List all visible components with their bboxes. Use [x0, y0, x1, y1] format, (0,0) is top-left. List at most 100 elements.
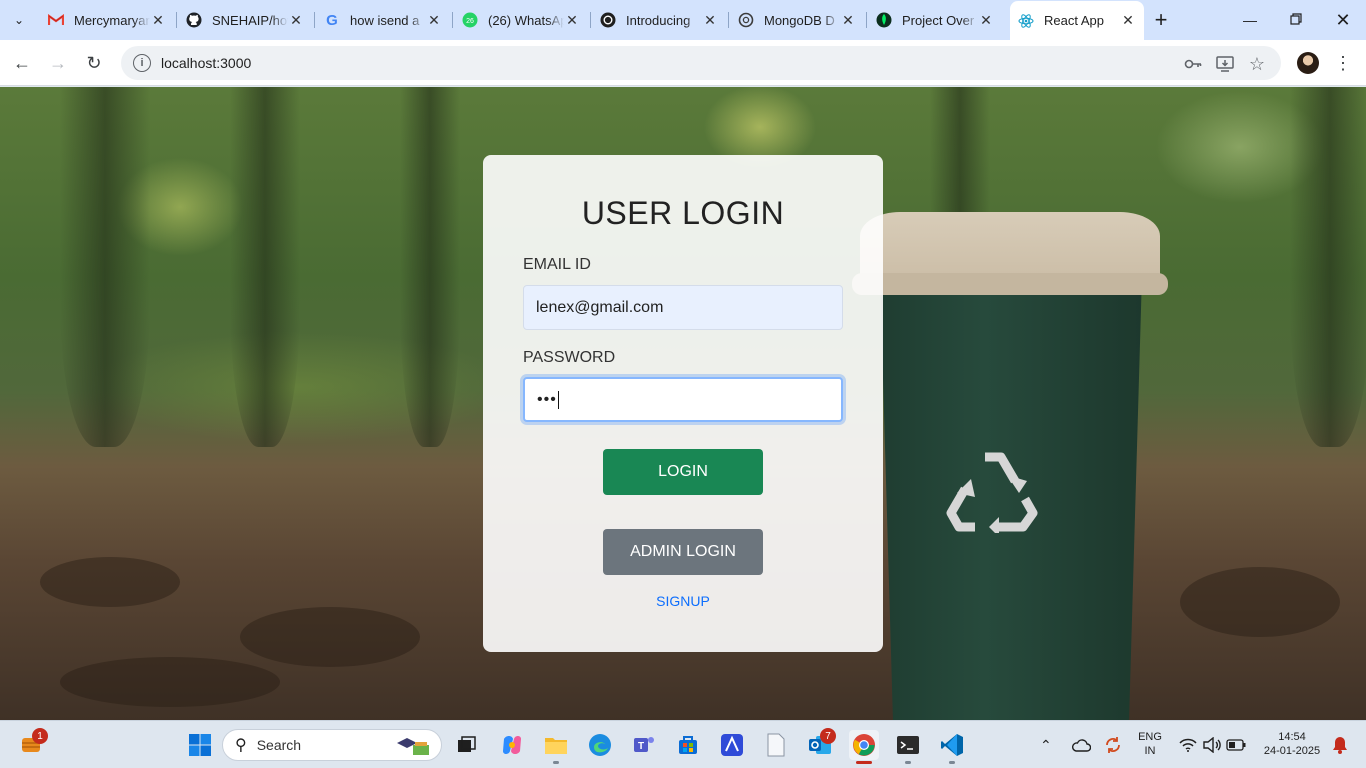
email-field[interactable]: lenex@gmail.com	[523, 285, 843, 330]
text-caret	[557, 390, 559, 409]
tab-search-button[interactable]: ⌄	[6, 7, 32, 33]
svg-text:T: T	[638, 741, 644, 752]
tab-title: MongoDB D	[764, 12, 835, 28]
bookmark-star-icon[interactable]: ☆	[1248, 54, 1266, 74]
reload-icon: ↻	[86, 52, 102, 73]
new-tab-button[interactable]: +	[1148, 7, 1174, 33]
profile-avatar[interactable]	[1297, 52, 1319, 74]
email-label: EMAIL ID	[523, 256, 591, 273]
restore-button[interactable]	[1273, 0, 1319, 40]
vscode-icon[interactable]	[937, 730, 967, 760]
address-bar-url[interactable]: localhost:3000	[161, 55, 251, 71]
gmail-icon	[48, 12, 64, 28]
notepad-icon[interactable]	[761, 730, 791, 760]
windows-start-icon[interactable]	[185, 730, 215, 760]
close-window-button[interactable]: ✕	[1320, 0, 1366, 40]
page-title: USER LOGIN	[581, 195, 785, 231]
tab-title: React App	[1044, 13, 1104, 28]
site-info-icon[interactable]: i	[133, 54, 151, 72]
browser-toolbar: ← → ↻ i localhost:3000 ☆	[0, 40, 1366, 86]
install-app-icon[interactable]	[1216, 55, 1234, 73]
sync-status-icon[interactable]	[1098, 730, 1128, 760]
google-icon: G	[326, 11, 338, 29]
tab-title: (26) WhatsApp	[488, 12, 564, 28]
plus-icon: +	[1154, 7, 1168, 32]
browser-menu-button[interactable]: ⋮	[1333, 50, 1353, 76]
show-hidden-icons-button[interactable]: ⌃	[1040, 721, 1052, 768]
windows-taskbar: 1 ⚲ Search T 7 ⌃ ENG IN 14:54 24-01-2025	[0, 720, 1366, 768]
close-icon[interactable]: ✕	[840, 12, 856, 28]
onedrive-sync-icon[interactable]	[1066, 730, 1096, 760]
copilot-icon[interactable]	[497, 730, 527, 760]
edge-icon[interactable]	[585, 730, 615, 760]
close-icon[interactable]: ✕	[978, 12, 994, 28]
tab-whatsapp[interactable]: 26 (26) WhatsApp ✕	[454, 6, 588, 34]
taskbar-clock[interactable]: 14:54 24-01-2025	[1252, 730, 1332, 758]
reload-button[interactable]: ↻	[79, 48, 109, 78]
taskbar-search-label: Search	[256, 737, 302, 753]
minimize-icon: —	[1243, 12, 1257, 28]
login-button[interactable]: LOGIN	[603, 449, 763, 495]
tab-project-overview[interactable]: Project Over ✕	[868, 6, 1002, 34]
clock-date: 24-01-2025	[1263, 745, 1321, 757]
password-value: •••	[537, 390, 557, 408]
password-key-icon[interactable]	[1184, 55, 1202, 73]
battery-icon[interactable]	[1221, 730, 1251, 760]
forward-button[interactable]: →	[43, 48, 73, 78]
tab-react-app[interactable]: React App ✕	[1010, 1, 1144, 40]
tab-google[interactable]: G how isend a ✕	[316, 6, 450, 34]
notification-bell-icon[interactable]	[1325, 730, 1355, 760]
file-explorer-icon[interactable]	[541, 730, 571, 760]
page-background-image: USER LOGIN EMAIL ID lenex@gmail.com PASS…	[0, 87, 1366, 720]
minimize-button[interactable]: —	[1227, 0, 1273, 40]
taskbar-search-box[interactable]: ⚲ Search	[222, 729, 442, 761]
chevron-up-icon: ⌃	[1040, 736, 1052, 753]
teams-icon[interactable]: T	[629, 730, 659, 760]
close-icon[interactable]: ✕	[150, 12, 166, 28]
tab-title: how isend a	[350, 12, 420, 28]
chrome-icon[interactable]	[849, 730, 879, 760]
more-vertical-icon: ⋮	[1334, 52, 1352, 73]
tab-mongodb[interactable]: MongoDB D ✕	[730, 6, 864, 34]
signup-link[interactable]: SIGNUP	[483, 593, 883, 609]
password-field[interactable]: •••	[523, 377, 843, 422]
admin-login-button[interactable]: ADMIN LOGIN	[603, 529, 763, 575]
github-icon	[186, 12, 202, 28]
restore-icon	[1290, 12, 1302, 28]
mongodb-leaf-icon	[876, 12, 892, 28]
microsoft-store-icon[interactable]	[673, 730, 703, 760]
close-icon[interactable]: ✕	[564, 12, 580, 28]
tab-title: Mercymaryan	[74, 12, 150, 28]
search-icon: ⚲	[235, 737, 247, 754]
close-icon[interactable]: ✕	[1120, 12, 1136, 29]
tab-openai-introducing[interactable]: Introducing ✕	[592, 6, 726, 34]
react-icon	[1018, 13, 1034, 29]
weather-badge: 1	[32, 728, 48, 744]
app-icon-blue[interactable]	[717, 730, 747, 760]
tab-title: SNEHAIP/how	[212, 12, 288, 28]
chevron-down-icon: ⌄	[13, 13, 25, 27]
browser-tab-strip: ⌄ Mercymaryan ✕ SNEHAIP/how ✕ G how isen…	[0, 0, 1366, 40]
task-view-icon[interactable]	[452, 730, 482, 760]
address-bar[interactable]: i localhost:3000 ☆	[121, 46, 1281, 80]
tab-title: Introducing	[626, 12, 691, 28]
recycle-icon	[945, 447, 1041, 537]
svg-text:26: 26	[466, 18, 474, 25]
close-icon[interactable]: ✕	[288, 12, 304, 28]
tab-github[interactable]: SNEHAIP/how ✕	[178, 6, 312, 34]
whatsapp-icon: 26	[462, 12, 478, 28]
terminal-icon[interactable]	[893, 730, 923, 760]
arrow-right-icon: →	[49, 52, 67, 73]
close-icon[interactable]: ✕	[426, 12, 442, 28]
tab-gmail[interactable]: Mercymaryan ✕	[40, 6, 174, 34]
arrow-left-icon: ←	[13, 52, 31, 73]
back-button[interactable]: ←	[7, 48, 37, 78]
language-indicator[interactable]: ENG IN	[1134, 730, 1166, 758]
search-highlight-icon	[393, 733, 433, 757]
openai-icon	[738, 12, 754, 28]
language-code: ENG	[1138, 731, 1162, 743]
outlook-badge: 7	[820, 728, 836, 744]
close-icon[interactable]: ✕	[702, 12, 718, 28]
login-card: USER LOGIN EMAIL ID lenex@gmail.com PASS…	[483, 155, 883, 652]
openai-icon	[600, 12, 616, 28]
